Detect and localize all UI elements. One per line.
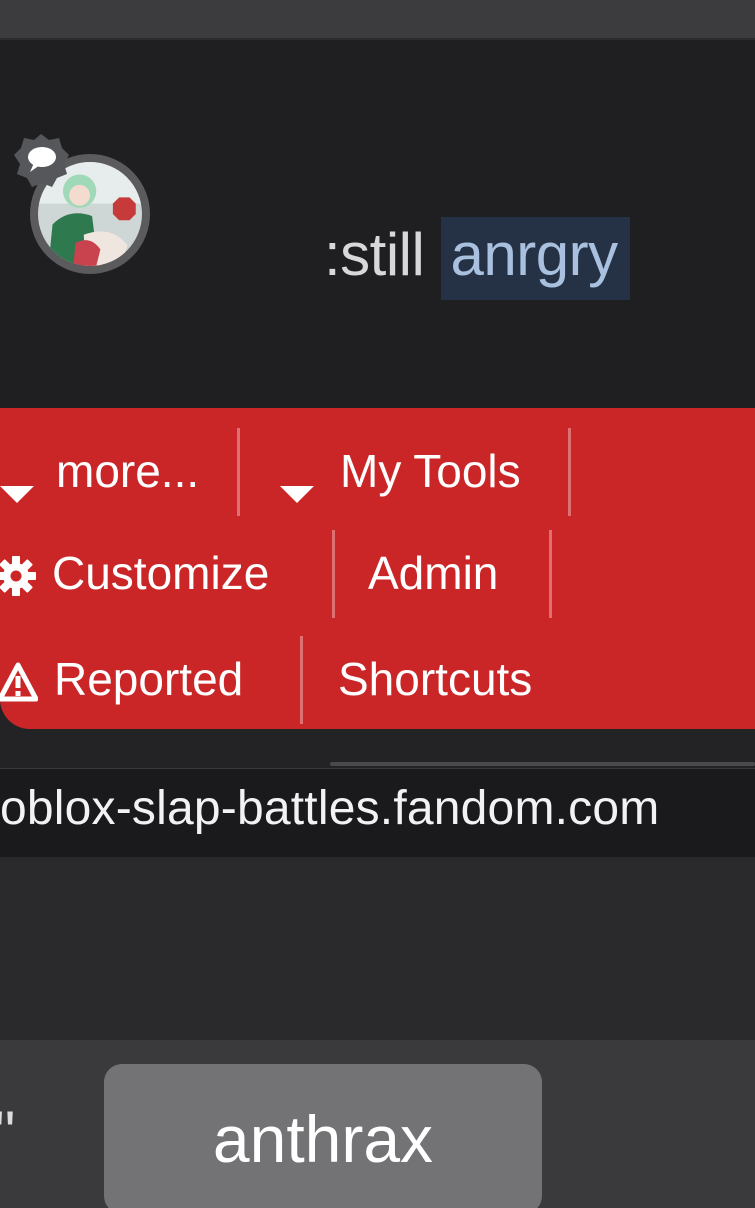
toolbar-separator [568, 428, 571, 516]
warning-icon [0, 659, 39, 702]
wiki-toolbar: more... My Tools Customize Admin Reporte… [0, 408, 755, 729]
message-text: :still [324, 221, 441, 288]
chat-area: :still anrgry [0, 40, 755, 408]
toolbar-separator [332, 530, 335, 618]
my-tools-button[interactable]: My Tools [280, 418, 521, 524]
toolbar-separator [300, 636, 303, 724]
suggestion-anthrax[interactable]: anthrax [104, 1064, 542, 1208]
caret-down-icon [280, 461, 314, 503]
reported-button[interactable]: Reported [0, 626, 243, 732]
my-tools-label: My Tools [340, 445, 521, 497]
customize-label: Customize [52, 547, 270, 599]
shortcuts-button[interactable]: Shortcuts [338, 626, 532, 732]
chat-message: :still anrgry [324, 217, 630, 300]
screen: :still anrgry more... My Tools Customize… [0, 0, 755, 1208]
more-menu-button[interactable]: more... [0, 418, 199, 524]
highlighted-word[interactable]: anrgry [440, 217, 630, 300]
url-bar[interactable]: oblox-slap-battles.fandom.com [0, 768, 755, 858]
user-avatar-group[interactable] [12, 92, 160, 282]
caret-down-icon [0, 461, 34, 503]
more-label: more... [56, 445, 200, 497]
customize-button[interactable]: Customize [0, 520, 269, 626]
page-content-area [0, 857, 755, 1040]
admin-label: Admin [368, 547, 499, 599]
toolbar-separator [549, 530, 552, 618]
url-text: oblox-slap-battles.fandom.com [0, 782, 660, 835]
top-strip [0, 0, 755, 40]
toolbar-row-1: more... My Tools [0, 418, 755, 524]
shortcuts-label: Shortcuts [338, 653, 533, 705]
toolbar-row-3: Reported Shortcuts [0, 626, 755, 732]
admin-button[interactable]: Admin [368, 520, 498, 626]
suggestion-left[interactable]: " [0, 1098, 15, 1167]
gear-icon [0, 553, 36, 596]
chat-bubble-badge [12, 132, 70, 190]
suggestion-label: anthrax [212, 1102, 434, 1176]
popover-edge [330, 762, 755, 766]
toolbar-row-2: Customize Admin [0, 520, 755, 626]
reported-label: Reported [54, 653, 244, 705]
toolbar-separator [237, 428, 240, 516]
chat-bubble-icon [14, 134, 69, 187]
